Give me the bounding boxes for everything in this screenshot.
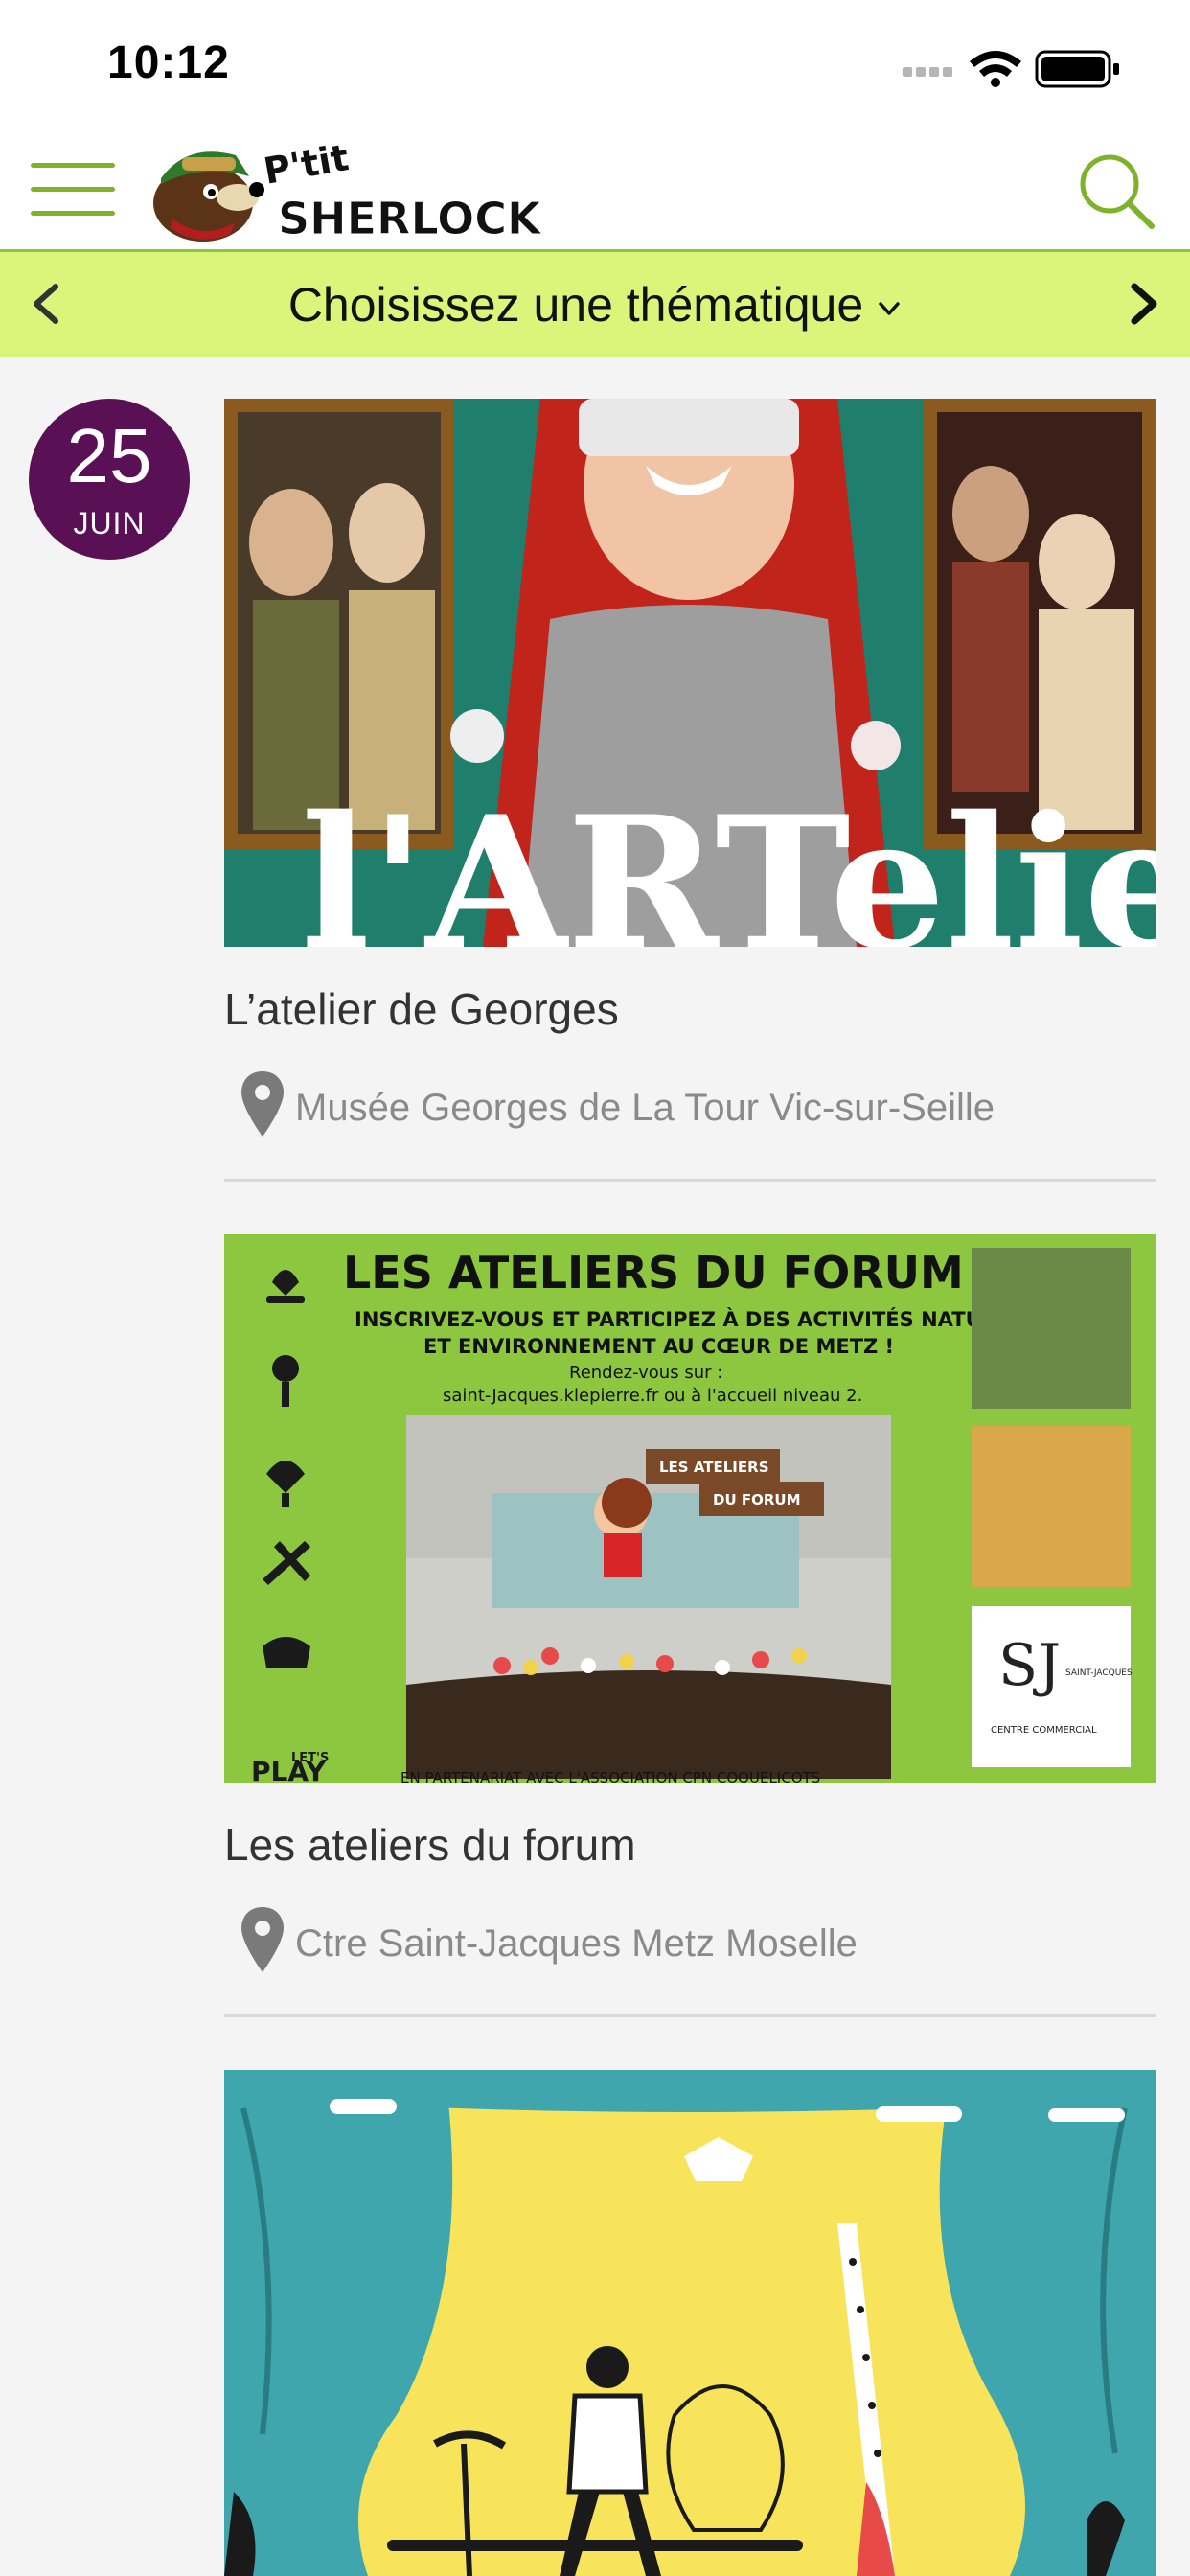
logo-text-top: P'tit [261,136,352,193]
brand-tagline: CENTRE COMMERCIAL [991,1725,1097,1736]
brand-name: SAINT-JACQUES [1065,1668,1133,1678]
status-icons [903,50,1119,88]
date-month: JUIN [73,506,146,540]
status-bar: 10:12 [0,0,1190,125]
date-day: 25 [66,413,152,498]
status-time: 10:12 [107,37,230,88]
battery-icon [1035,50,1119,88]
location-pin-icon [241,1071,284,1137]
brand-monogram: SJ [998,1632,1061,1699]
poster-sign2: DU FORUM [713,1491,801,1508]
event-image[interactable] [224,2070,1156,2576]
poster-footer: EN PARTENARIAT AVEC L'ASSOCIATION CPN CO… [400,1769,820,1782]
event-card[interactable] [224,2070,1156,2576]
cellular-signal-icon [903,67,952,77]
card-divider [224,1179,1156,1182]
poster-line1: INSCRIVEZ-VOUS ET PARTICIPEZ À DES ACTIV… [355,1307,1011,1331]
event-card[interactable]: l'ARTelier L’atelier de Georges Musée Ge… [224,399,1156,1184]
dog-mascot-icon [153,151,264,242]
poster-line2: ET ENVIRONNEMENT AU CŒUR DE METZ ! [423,1335,894,1358]
poster-headline: LES ATELIERS DU FORUM [343,1247,964,1299]
event-title[interactable]: L’atelier de Georges [224,983,619,1035]
play-text: PLAY [251,1756,326,1782]
home-indicator [387,2540,803,2551]
search-icon[interactable] [1077,151,1156,230]
theme-dropdown-label: Choisissez une thématique [287,278,864,332]
poster-sign1: LES ATELIERS [659,1459,769,1476]
top-navigation-bar: P'tit SHERLOCK [0,125,1190,249]
chevron-right-icon[interactable] [1113,273,1171,334]
ptit-sherlock-logo[interactable]: P'tit SHERLOCK [144,134,556,247]
poster-line3: Rendez-vous sur : [569,1363,722,1383]
date-badge: 25 JUIN [29,399,190,560]
location-pin-icon [241,1907,284,1972]
card-divider [224,2014,1156,2017]
menu-button[interactable] [31,163,115,217]
poster-line4: saint-Jacques.klepierre.fr ou à l'accuei… [443,1386,862,1406]
theme-dropdown[interactable]: Choisissez une thématique [0,277,1190,333]
logo-text-bottom: SHERLOCK [278,193,543,244]
event-title[interactable]: Les ateliers du forum [224,1819,636,1871]
event-image-text: l'ARTelier [301,776,1156,947]
event-image[interactable]: l'ARTelier [224,399,1156,947]
event-image[interactable]: LET'S PLAY LES ATELIERS DU FORUM INSCRIV… [224,1234,1156,1782]
event-card[interactable]: LET'S PLAY LES ATELIERS DU FORUM INSCRIV… [224,1234,1156,2020]
event-location-text: Ctre Saint-Jacques Metz Moselle [295,1922,858,1965]
theme-selector-bar: Choisissez une thématique [0,249,1190,356]
event-location-text: Musée Georges de La Tour Vic-sur-Seille [295,1087,995,1129]
wifi-icon [970,51,1021,87]
chevron-down-icon [879,302,900,315]
